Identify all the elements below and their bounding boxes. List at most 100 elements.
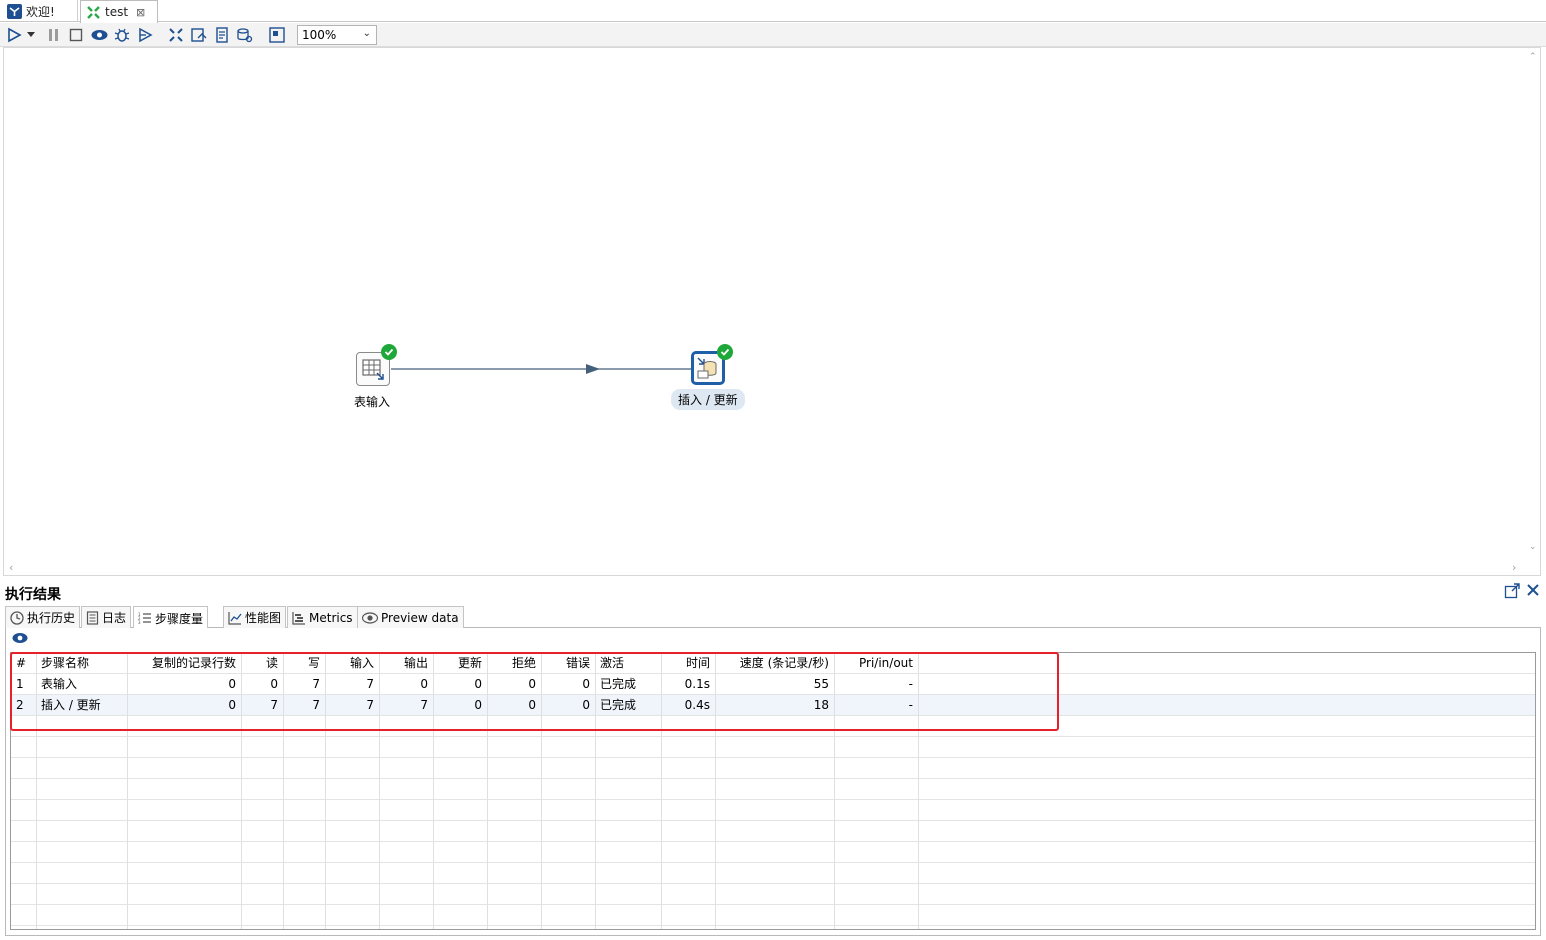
column-header[interactable]: #: [11, 653, 36, 674]
cell: 0: [582, 677, 590, 691]
cell: 55: [813, 677, 829, 691]
impact-analysis-icon[interactable]: [190, 26, 208, 44]
explore-db-icon[interactable]: [236, 26, 254, 44]
table-row[interactable]: 1 表输入 0 0 7 7 0 0 0 0 已完成 0.1s 55 -: [11, 674, 1535, 695]
empty-row: [11, 863, 1535, 884]
generate-sql-icon[interactable]: [213, 26, 231, 44]
tab-execution-history[interactable]: 执行历史: [5, 606, 81, 628]
hop-arrow[interactable]: [4, 48, 1524, 548]
cell: 7: [312, 698, 320, 712]
tab-performance-graph[interactable]: 性能图: [223, 606, 287, 628]
cell: -: [908, 677, 913, 691]
column-divider: [379, 653, 380, 929]
scroll-up-icon[interactable]: ⌃: [1529, 52, 1537, 62]
column-header[interactable]: 速度 (条记录/秒): [715, 653, 834, 674]
column-header[interactable]: 错误: [541, 653, 595, 674]
vertical-scrollbar[interactable]: ⌃ ⌄: [1526, 48, 1540, 561]
tab-label: test: [105, 5, 129, 19]
column-header[interactable]: 时间: [661, 653, 715, 674]
column-header[interactable]: 激活: [595, 653, 661, 674]
eye-icon: [362, 611, 378, 624]
column-divider: [541, 653, 542, 929]
column-divider: [283, 653, 284, 929]
column-header[interactable]: 更新: [433, 653, 487, 674]
empty-row: [11, 905, 1535, 926]
tab-preview-data[interactable]: Preview data: [357, 606, 464, 628]
metrics-icon: [292, 611, 305, 625]
column-header[interactable]: 复制的记录行数: [127, 653, 241, 674]
transformation-icon: [85, 4, 101, 20]
column-divider: [661, 653, 662, 929]
toolbar: 100% ⌄: [0, 23, 1546, 47]
insert-update-icon: [697, 357, 717, 379]
cell: 0: [474, 698, 482, 712]
empty-row: [11, 716, 1535, 737]
tab-metrics[interactable]: Metrics: [287, 606, 358, 628]
scroll-right-icon[interactable]: ›: [1512, 561, 1516, 574]
column-header[interactable]: 输入: [325, 653, 379, 674]
cell: 7: [270, 698, 278, 712]
empty-row: [11, 779, 1535, 800]
close-tab-icon[interactable]: ⊠: [136, 6, 145, 19]
cell: 0: [270, 677, 278, 691]
verify-icon[interactable]: [167, 26, 185, 44]
column-header[interactable]: 写: [283, 653, 325, 674]
results-tabs: 执行历史 日志 123 步骤度量 性能图 Metrics Preview dat…: [5, 606, 1541, 629]
run-options-dropdown-icon[interactable]: [25, 26, 37, 44]
column-header[interactable]: 读: [241, 653, 283, 674]
preview-eye-icon[interactable]: [90, 26, 108, 44]
column-header[interactable]: 拒绝: [487, 653, 541, 674]
column-header[interactable]: 步骤名称: [36, 653, 127, 674]
zoom-value: 100%: [302, 28, 337, 42]
column-divider: [241, 653, 242, 929]
spoon-icon: [6, 3, 22, 19]
editor-tabbar: 欢迎! test ⊠: [0, 0, 1546, 23]
cell: 2: [16, 698, 24, 712]
tab-log[interactable]: 日志: [81, 606, 132, 628]
empty-row: [11, 821, 1535, 842]
cell: 7: [312, 677, 320, 691]
maximize-icon[interactable]: [1504, 583, 1520, 602]
transformation-canvas[interactable]: 表输入 插入 / 更新 ⌃ ⌄ ‹ ›: [3, 47, 1541, 576]
cell: 0.1s: [684, 677, 710, 691]
cell: 0: [228, 677, 236, 691]
column-divider: [595, 653, 596, 929]
column-header[interactable]: Pri/in/out: [834, 653, 918, 674]
tab-label: 执行历史: [27, 611, 76, 625]
close-icon[interactable]: [1526, 583, 1540, 602]
stop-icon[interactable]: [67, 26, 85, 44]
empty-row: [11, 737, 1535, 758]
column-divider: [487, 653, 488, 929]
table-input-icon: [362, 359, 384, 380]
tab-label: Preview data: [381, 610, 459, 625]
run-icon[interactable]: [5, 26, 23, 44]
cell: 已完成: [600, 698, 637, 712]
tab-test[interactable]: test ⊠: [80, 0, 158, 23]
scroll-down-icon[interactable]: ⌄: [1529, 542, 1537, 552]
snap-grid-icon[interactable]: [268, 26, 286, 44]
zoom-select[interactable]: 100% ⌄: [297, 25, 377, 45]
svg-text:3: 3: [138, 620, 141, 625]
table-row[interactable]: 2 插入 / 更新 0 7 7 7 7 0 0 0 已完成 0.4s 18 -: [11, 695, 1535, 716]
results-panel-title: 执行结果: [5, 587, 61, 603]
step-label: 表输入: [354, 395, 391, 409]
scroll-left-icon[interactable]: ‹: [9, 561, 13, 574]
step-label: 插入 / 更新: [671, 389, 745, 410]
horizontal-scrollbar[interactable]: ‹ ›: [4, 561, 1528, 575]
cell: 表输入: [41, 677, 78, 691]
pause-icon[interactable]: [45, 26, 63, 44]
tab-label: 性能图: [245, 611, 282, 625]
line-chart-icon: [228, 611, 242, 625]
debug-icon[interactable]: [113, 26, 131, 44]
tab-welcome[interactable]: 欢迎!: [2, 0, 78, 22]
column-header[interactable]: 输出: [379, 653, 433, 674]
replay-icon[interactable]: [136, 26, 154, 44]
cell: 1: [16, 677, 24, 691]
cell: 0: [420, 677, 428, 691]
tab-step-metrics[interactable]: 123 步骤度量: [133, 606, 209, 629]
eye-icon[interactable]: [12, 632, 28, 647]
divider: [158, 21, 1546, 22]
tab-label: 欢迎!: [26, 4, 55, 19]
success-check-icon: [717, 344, 733, 360]
cell: 0: [474, 677, 482, 691]
